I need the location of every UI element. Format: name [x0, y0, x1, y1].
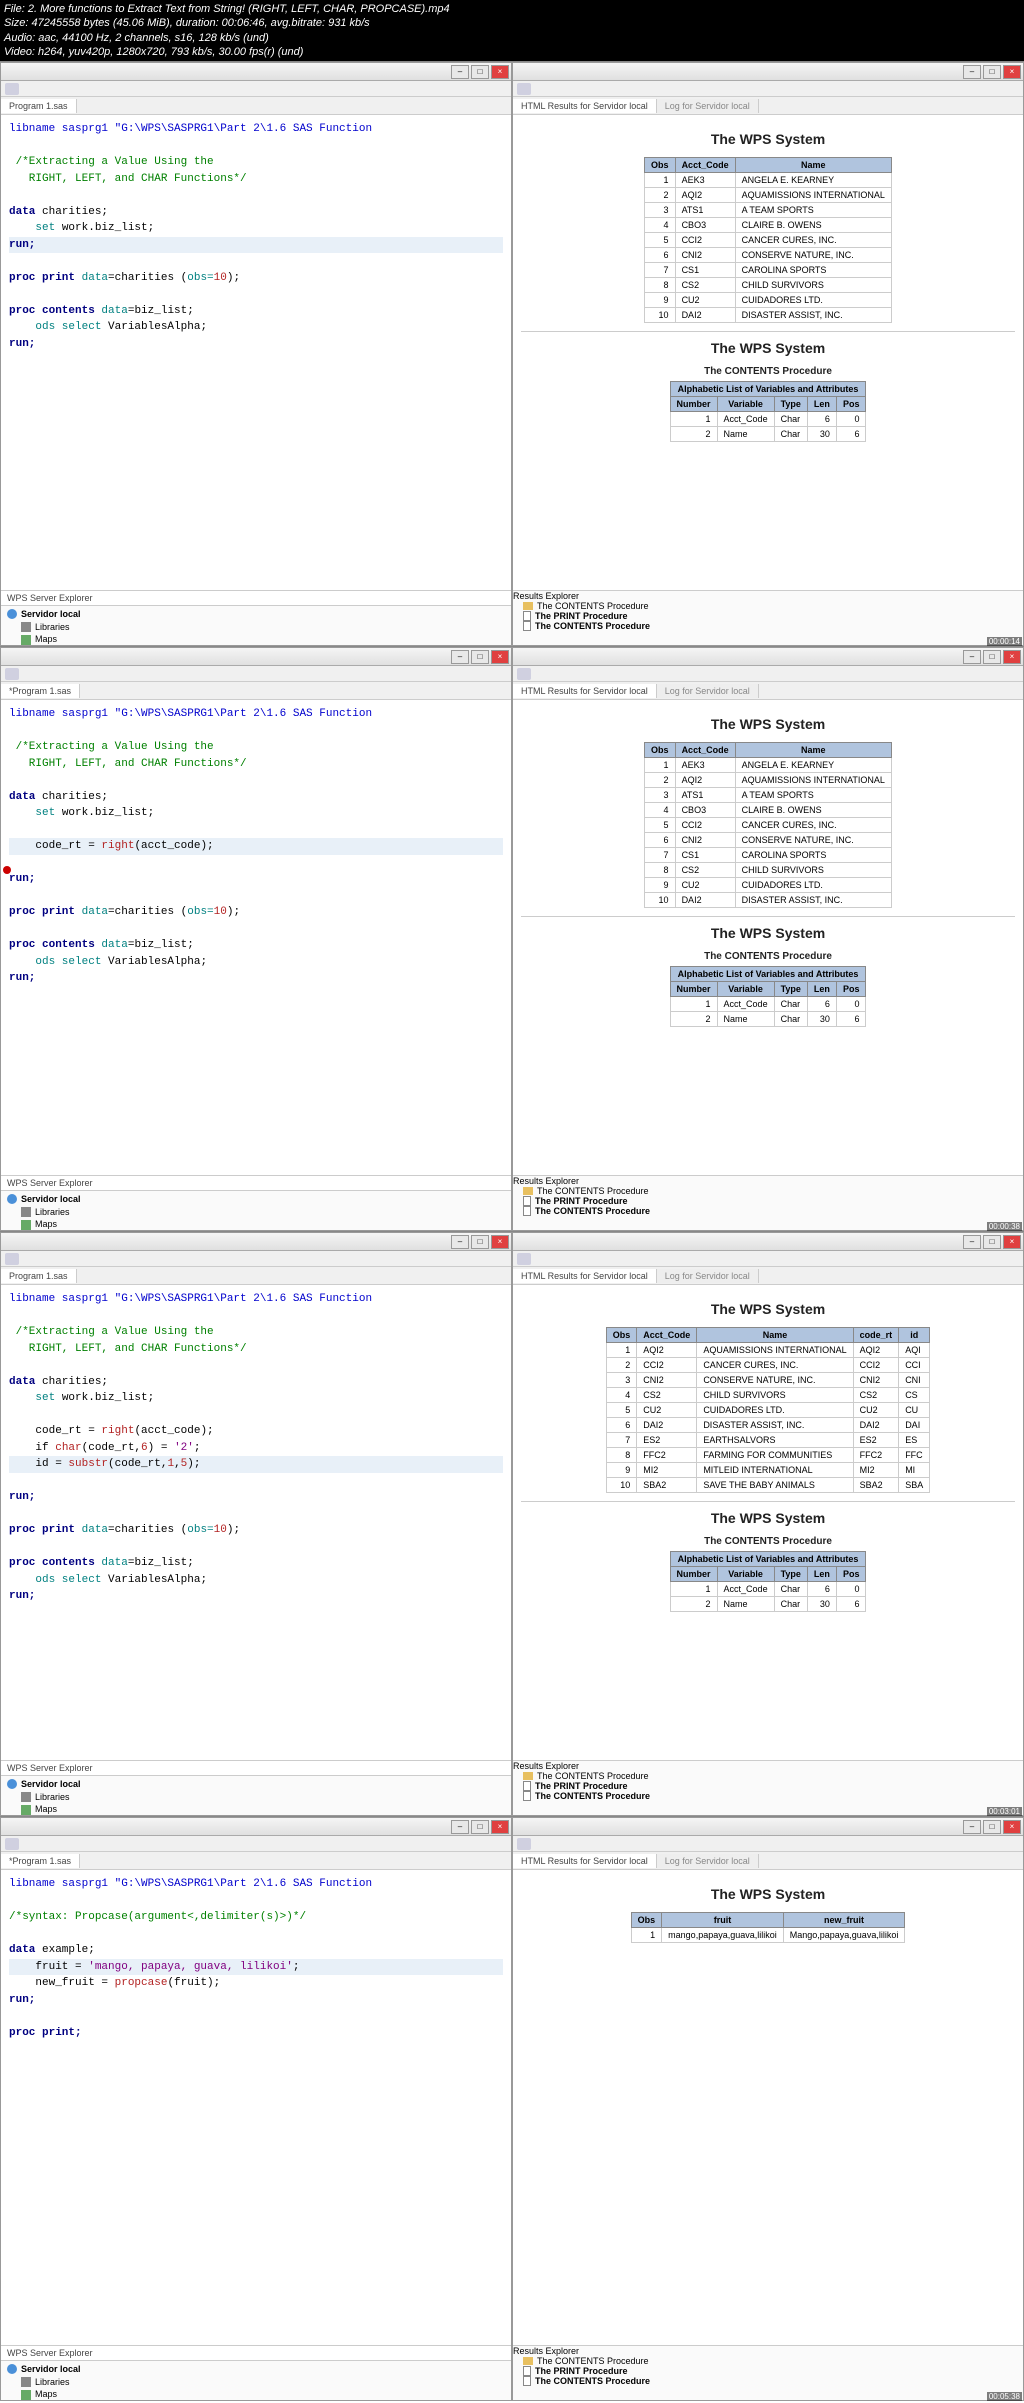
tab-program[interactable]: *Program 1.sas — [1, 684, 80, 698]
code-editor[interactable]: libname sasprg1 "G:\WPS\SASPRG1\Part 2\1… — [1, 700, 511, 1175]
results-explorer: Results Explorer The CONTENTS Procedure … — [513, 590, 1023, 645]
code-editor[interactable]: libname sasprg1 "G:\WPS\SASPRG1\Part 2\1… — [1, 1285, 511, 1760]
left-pane: –□× *Program 1.sas libname sasprg1 "G:\W… — [0, 647, 512, 1231]
tab-log[interactable]: Log for Servidor local — [657, 99, 759, 113]
frame-1: – □ × Program 1.sas libname sasprg1 "G:\… — [0, 61, 1024, 646]
tree-maps[interactable]: Maps — [7, 633, 505, 646]
close-button[interactable]: × — [491, 65, 509, 79]
toolbar — [513, 81, 1023, 97]
wps-server-explorer: WPS Server Explorer Servidor local Libra… — [1, 590, 511, 645]
editor-tabs: Program 1.sas — [1, 97, 511, 115]
results-tabs: HTML Results for Servidor local Log for … — [513, 97, 1023, 115]
right-pane: –□× HTML Results for Servidor localLog f… — [512, 647, 1024, 1231]
tool-icon[interactable] — [5, 83, 19, 95]
tree-server[interactable]: Servidor local — [7, 608, 505, 621]
frame-2: –□× *Program 1.sas libname sasprg1 "G:\W… — [0, 646, 1024, 1231]
code-editor[interactable]: libname sasprg1 "G:\WPS\SASPRG1\Part 2\1… — [1, 1870, 511, 2345]
toolbar — [1, 81, 511, 97]
window-titlebar: – □ × — [1, 63, 511, 81]
tree-contents2[interactable]: The CONTENTS Procedure — [513, 621, 1023, 631]
frame-3: –□× Program 1.sas libname sasprg1 "G:\WP… — [0, 1231, 1024, 1816]
results-viewer: The WPS System ObsAcct_CodeName1AEK3ANGE… — [513, 115, 1023, 590]
tree-libraries[interactable]: Libraries — [7, 621, 505, 634]
explorer-tab[interactable]: WPS Server Explorer — [1, 591, 511, 606]
minimize-button[interactable]: – — [451, 65, 469, 79]
maximize-button[interactable]: □ — [471, 65, 489, 79]
close-button[interactable]: × — [1003, 65, 1021, 79]
code-editor[interactable]: libname sasprg1 "G:\WPS\SASPRG1\Part 2\1… — [1, 115, 511, 590]
frame-4: –□× *Program 1.sas libname sasprg1 "G:\W… — [0, 1816, 1024, 2401]
minimize-button[interactable]: – — [963, 65, 981, 79]
attrs-table: Alphabetic List of Variables and Attribu… — [670, 381, 867, 442]
data-table: ObsAcct_CodeName1AEK3ANGELA E. KEARNEY2A… — [644, 157, 892, 323]
tree-contents[interactable]: The CONTENTS Procedure — [513, 601, 1023, 611]
tree-print[interactable]: The PRINT Procedure — [513, 611, 1023, 621]
window-titlebar: – □ × — [513, 63, 1023, 81]
timestamp: 00:00:14 — [987, 637, 1022, 646]
results-viewer: The WPS System ObsAcct_CodeName1AEK3ANGE… — [513, 700, 1023, 1175]
results-explorer-tab[interactable]: Results Explorer — [513, 591, 1023, 601]
maximize-button[interactable]: □ — [983, 65, 1001, 79]
tab-html-results[interactable]: HTML Results for Servidor local — [513, 99, 657, 113]
left-pane: – □ × Program 1.sas libname sasprg1 "G:\… — [0, 62, 512, 646]
tool-icon[interactable] — [517, 83, 531, 95]
right-pane: – □ × HTML Results for Servidor local Lo… — [512, 62, 1024, 646]
media-info-header: File: 2. More functions to Extract Text … — [0, 0, 1024, 61]
tab-program[interactable]: Program 1.sas — [1, 99, 77, 113]
